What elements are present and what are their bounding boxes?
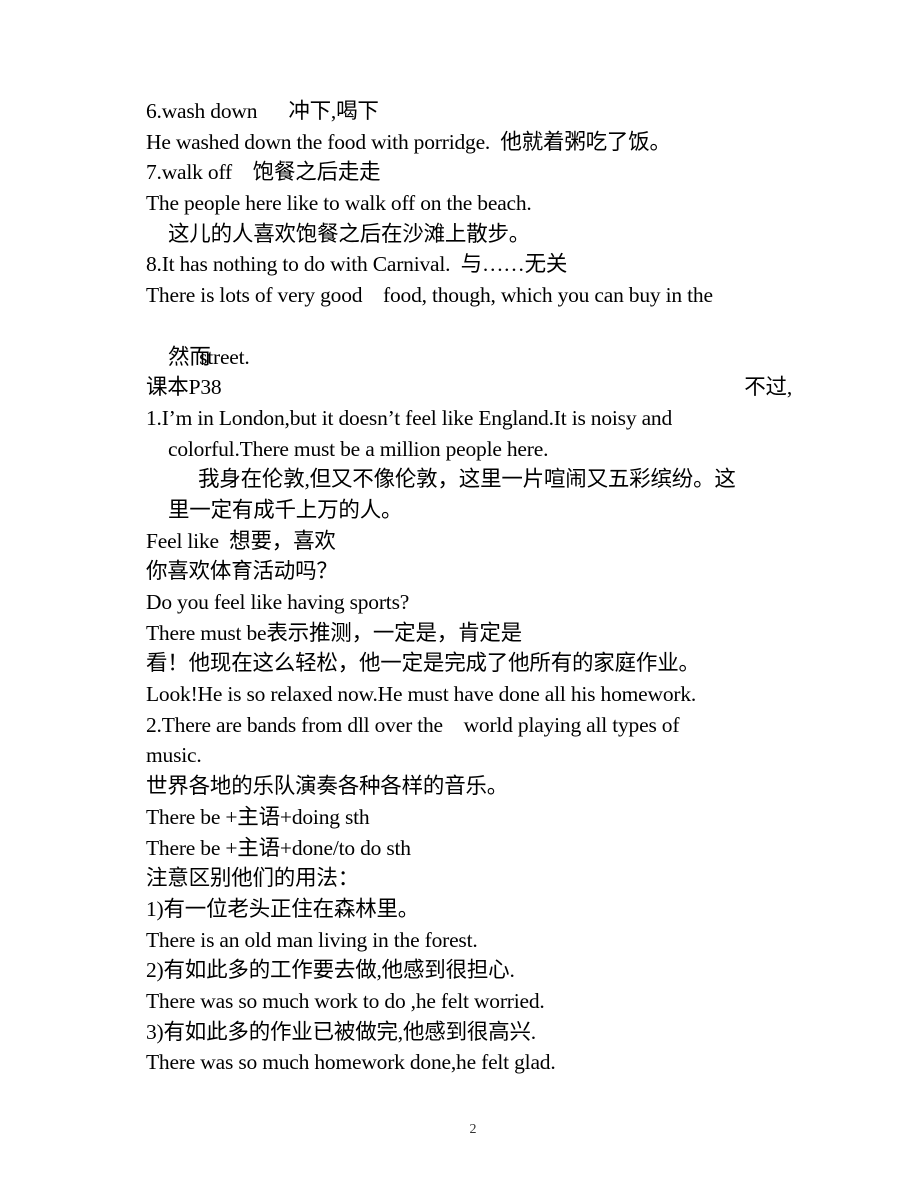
grammar-pattern: There be +主语+doing sth [146, 804, 370, 829]
translation-line: 我身在伦敦,但又不像伦敦，这里一片喧闹又五彩缤纷。这 [198, 467, 736, 492]
translation-line: 这儿的人喜欢饱餐之后在沙滩上散步。 [168, 221, 531, 246]
section-heading-textbook-p38: 课本P38 [146, 375, 222, 400]
grammar-note-must-be: There must be表示推测，一定是，肯定是 [146, 620, 522, 645]
exercise-item-1-chinese: 1)有一位老头正住在森林里。 [146, 896, 420, 921]
example-sentence: He washed down the food with porridge. 他… [146, 129, 671, 154]
vocab-item-walk-off: 7.walk off 饱餐之后走走 [146, 160, 381, 185]
exercise-item-3-chinese: 3)有如此多的作业已被做完,他感到很高兴. [146, 1019, 536, 1044]
phrase-feel-like: Feel like 想要，喜欢 [146, 528, 336, 553]
translation-line: 世界各地的乐队演奏各种各样的音乐。 [146, 774, 509, 799]
exercise-item-2-english: There was so much work to do ,he felt wo… [146, 988, 545, 1013]
textbook-item-1: 1.I’m in London,but it doesn’t feel like… [146, 405, 673, 430]
page-content: 6.wash down 冲下,喝下 He washed down the foo… [146, 96, 816, 1078]
textbook-item-1-continuation: colorful.There must be a million people … [168, 436, 549, 461]
example-sentence: Look!He is so relaxed now.He must have d… [146, 682, 697, 707]
example-sentence: There is lots of very good food, though,… [146, 283, 713, 308]
translation-fragment: 不过, [744, 375, 792, 400]
textbook-item-2-continuation: music. [146, 743, 202, 768]
grammar-pattern: There be +主语+done/to do sth [146, 835, 411, 860]
document-page: 6.wash down 冲下,喝下 He washed down the foo… [0, 0, 920, 1196]
translation-line: 里一定有成千上万的人。 [168, 497, 403, 522]
exercise-item-1-english: There is an old man living in the forest… [146, 927, 478, 952]
note-heading: 注意区别他们的用法： [146, 866, 360, 891]
example-sentence: Do you feel like having sports? [146, 590, 410, 614]
vocab-item-wash-down: 6.wash down 冲下,喝下 [146, 99, 379, 123]
exercise-item-2-chinese: 2)有如此多的工作要去做,他感到很担心. [146, 958, 515, 983]
sentence-end-text: street. [199, 344, 250, 369]
example-sentence-continuation: street. 不过, [146, 311, 816, 400]
page-number: 2 [469, 1122, 477, 1137]
textbook-item-2: 2.There are bands from dll over the worl… [146, 712, 680, 737]
chinese-sentence: 看！他现在这么轻松，他一定是完成了他所有的家庭作业。 [146, 651, 700, 676]
vocab-item-nothing-to-do-with: 8.It has nothing to do with Carnival. 与…… [146, 252, 568, 277]
chinese-question: 你喜欢体育活动吗？ [146, 559, 338, 584]
exercise-item-3-english: There was so much homework done,he felt … [146, 1050, 556, 1075]
example-sentence: The people here like to walk off on the … [146, 191, 532, 216]
